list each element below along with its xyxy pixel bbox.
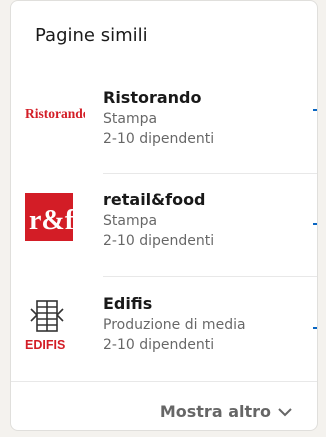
company-logo[interactable]: Ristorando (25, 89, 90, 137)
follow-button[interactable] (313, 109, 317, 111)
divider (103, 276, 317, 277)
show-more-label: Mostra altro (159, 401, 271, 421)
divider (103, 173, 317, 174)
list-item[interactable]: r&f retail&food Stampa 2-10 dipendenti (11, 183, 317, 279)
company-logo[interactable]: r&f (25, 193, 75, 241)
follow-button[interactable] (313, 327, 317, 329)
show-more-button[interactable]: Mostra altro (11, 396, 317, 426)
company-logo[interactable]: EDIFIS (25, 297, 73, 352)
company-name[interactable]: retail&food (103, 189, 214, 211)
company-size: 2-10 dipendenti (103, 337, 215, 353)
company-industry: Stampa (103, 111, 158, 127)
logo-text: EDIFIS (25, 338, 65, 352)
company-industry: Stampa (103, 213, 158, 229)
edifis-logo-icon: EDIFIS (25, 300, 65, 352)
footer-divider (11, 381, 317, 382)
follow-button[interactable] (313, 223, 317, 225)
list-item[interactable]: EDIFIS Edifis Produzione di media 2-10 d… (11, 287, 317, 383)
list-item[interactable]: Ristorando Ristorando Stampa 2-10 dipend… (11, 79, 317, 175)
company-size: 2-10 dipendenti (103, 233, 215, 249)
logo-text: r&f (29, 205, 73, 236)
company-size: 2-10 dipendenti (103, 131, 215, 147)
company-name[interactable]: Edifis (103, 293, 246, 315)
chevron-down-icon (277, 402, 293, 421)
company-industry: Produzione di media (103, 317, 246, 333)
card-title: Pagine simili (35, 25, 148, 46)
company-name[interactable]: Ristorando (103, 87, 214, 109)
similar-pages-card: Pagine simili Ristorando Ristorando Stam… (10, 0, 318, 431)
logo-text: Ristorando (25, 106, 85, 121)
